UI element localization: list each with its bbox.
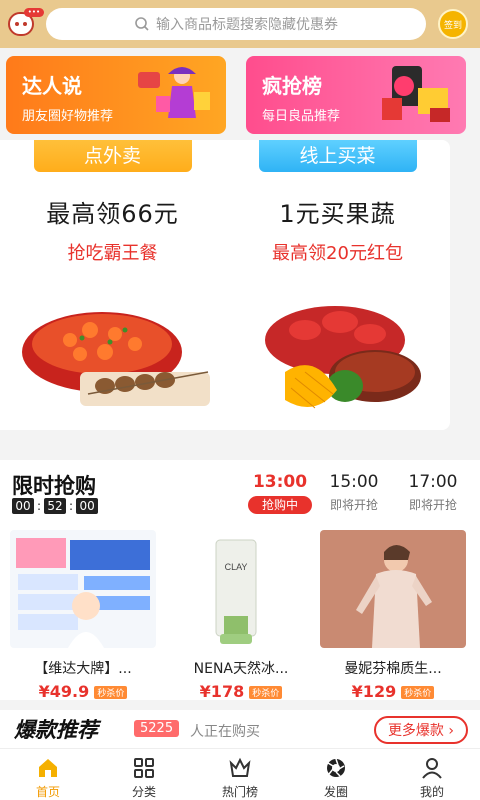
countdown-seconds: 00	[76, 498, 99, 514]
slot-time: 17:00	[408, 472, 458, 492]
flash-price-tag: 秒杀价	[94, 686, 128, 699]
takeout-section[interactable]: 点外卖 最高领66元 抢吃霸王餐	[0, 140, 225, 430]
slot-status: 抢购中	[248, 496, 312, 514]
grocery-tag: 线上买菜	[258, 140, 417, 172]
nav-label: 我的	[419, 785, 444, 799]
buyer-count-badge: 5225	[134, 720, 180, 737]
more-bestsellers-button[interactable]: 更多爆款 ›	[373, 716, 468, 744]
bestseller-strip: 爆款推荐 5225 人正在购买 更多爆款 ›	[0, 710, 480, 748]
notification-badge: •••	[24, 8, 44, 17]
user-icon	[422, 758, 442, 779]
nav-label: 发圈	[323, 785, 348, 799]
fresh-food-image	[265, 306, 421, 409]
takeout-subline: 抢吃霸王餐	[67, 243, 158, 264]
tissue-pack-image	[10, 530, 156, 648]
time-slot-1300[interactable]: 13:00 抢购中	[248, 472, 312, 514]
nav-label: 首页	[35, 785, 60, 799]
product-image: CLAY	[168, 530, 314, 648]
product-card-nena[interactable]: CLAY NENA天然冰... ¥178 秒杀价	[168, 530, 314, 701]
product-price: ¥49.9	[38, 682, 90, 701]
buying-now-text: 人正在购买	[190, 724, 260, 740]
search-input[interactable]: 输入商品标题搜索隐藏优惠券	[46, 8, 426, 40]
grocery-subline: 最高领20元红包	[272, 243, 403, 264]
search-icon	[135, 17, 149, 31]
grocery-headline: 1元买果蔬	[279, 200, 396, 228]
bottom-nav: 首页 分类 热门榜 发圈 我的	[0, 748, 480, 800]
checkin-label: 签到	[443, 20, 462, 31]
nav-hot-list[interactable]: 热门榜	[192, 749, 288, 800]
slot-time: 15:00	[329, 472, 379, 492]
product-price-row: ¥129 秒杀价	[320, 682, 466, 701]
grid-icon	[134, 758, 154, 778]
product-name: 曼妮芬棉质生...	[344, 661, 442, 677]
takeout-headline: 最高领66元	[46, 200, 179, 228]
assistant-button[interactable]: •••	[0, 0, 46, 48]
flash-sale-section: 限时抢购 00 : 52 : 00 13:00 抢购中 15:00 即将开抢 1…	[0, 460, 480, 701]
promo-daren[interactable]: 达人说 朋友圈好物推荐	[6, 56, 226, 134]
nav-label: 分类	[131, 785, 156, 799]
food-promo-card: 点外卖 最高领66元 抢吃霸王餐 线上买菜 1元买果蔬 最高领20元红包	[0, 140, 450, 430]
countdown-hours: 00	[12, 498, 34, 514]
nav-mine[interactable]: 我的	[384, 749, 480, 800]
product-price: ¥129	[351, 682, 397, 701]
slot-status: 即将开抢	[408, 498, 457, 512]
nav-home[interactable]: 首页	[0, 749, 96, 800]
product-image	[10, 530, 156, 648]
top-header: ••• 输入商品标题搜索隐藏优惠券 签到	[0, 0, 480, 48]
promo-fengqiang[interactable]: 疯抢榜 每日良品推荐	[246, 56, 466, 134]
nav-label: 热门榜	[221, 785, 258, 799]
product-price-row: ¥178 秒杀价	[168, 682, 314, 701]
gift-products-illustration	[382, 66, 450, 122]
home-icon	[39, 759, 57, 777]
product-card-vinda[interactable]: 【维达大牌】... ¥49.9 秒杀价	[10, 530, 156, 701]
flash-price-tag: 秒杀价	[401, 686, 435, 699]
countdown-separator: :	[37, 499, 42, 513]
slot-status: 即将开抢	[329, 498, 378, 512]
shopping-woman-illustration	[138, 67, 210, 118]
checkin-button[interactable]: 签到	[438, 9, 468, 39]
cleanser-tube-image: CLAY	[168, 530, 314, 648]
countdown-separator: :	[69, 499, 74, 513]
product-name: NENA天然冰...	[193, 661, 289, 677]
slot-time: 13:00	[252, 472, 308, 492]
bestseller-title: 爆款推荐	[14, 718, 98, 742]
aperture-icon	[327, 758, 345, 777]
product-card-maniform[interactable]: 曼妮芬棉质生... ¥129 秒杀价	[320, 530, 466, 701]
product-image	[320, 530, 466, 648]
flash-sale-title: 限时抢购	[12, 474, 96, 498]
product-name: 【维达大牌】...	[34, 661, 132, 677]
flash-price-tag: 秒杀价	[249, 686, 283, 699]
nav-category[interactable]: 分类	[96, 749, 192, 800]
crayfish-dish-image	[22, 312, 210, 406]
search-placeholder: 输入商品标题搜索隐藏优惠券	[156, 17, 338, 33]
thermal-wear-model-image	[320, 530, 466, 648]
nav-moments[interactable]: 发圈	[288, 749, 384, 800]
product-price: ¥178	[199, 682, 245, 701]
product-price-row: ¥49.9 秒杀价	[10, 682, 156, 701]
grocery-section[interactable]: 线上买菜 1元买果蔬 最高领20元红包	[225, 140, 450, 430]
countdown-timer: 00 : 52 : 00	[12, 498, 99, 514]
time-slot-1500[interactable]: 15:00 即将开抢	[322, 472, 386, 513]
takeout-tag: 点外卖	[33, 140, 192, 172]
svg-text:CLAY: CLAY	[225, 562, 248, 572]
time-slot-1700[interactable]: 17:00 即将开抢	[401, 472, 465, 513]
crown-icon	[229, 757, 251, 777]
countdown-minutes: 52	[44, 498, 67, 514]
